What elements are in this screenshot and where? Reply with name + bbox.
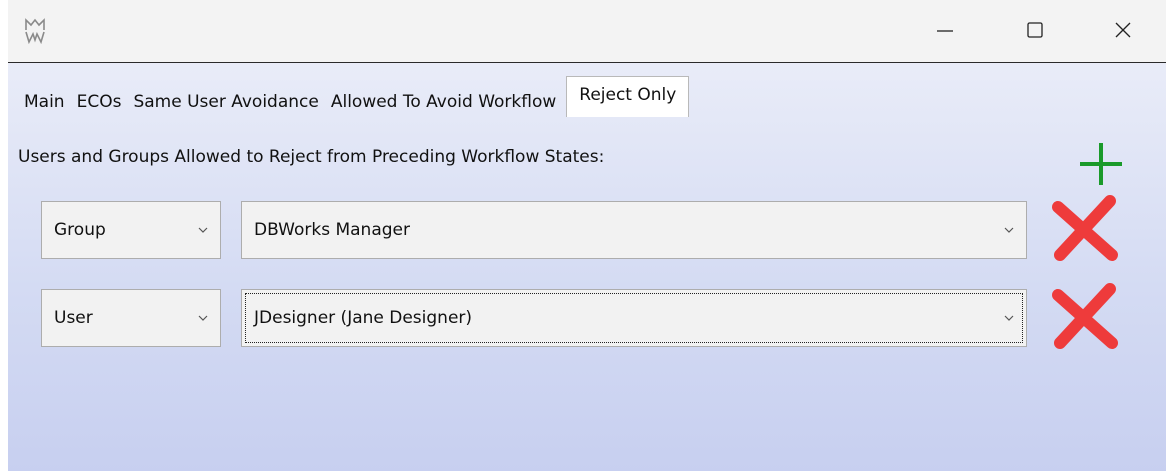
tab-ecos[interactable]: ECOs xyxy=(71,87,128,117)
row-2-name-select[interactable]: JDesigner (Jane Designer) xyxy=(241,289,1027,347)
plus-icon[interactable] xyxy=(1076,139,1126,189)
mw-logo-icon xyxy=(25,18,45,44)
delete-row-2-button[interactable] xyxy=(1048,281,1122,355)
row-1-type-select[interactable]: Group xyxy=(41,201,221,259)
row-1-name-select[interactable]: DBWorks Manager xyxy=(241,201,1027,259)
row-2-name-value: JDesigner (Jane Designer) xyxy=(254,308,473,328)
chevron-down-icon xyxy=(1004,227,1014,233)
tab-main[interactable]: Main xyxy=(18,87,71,117)
delete-row-1-button[interactable] xyxy=(1048,193,1122,267)
minimize-button[interactable] xyxy=(914,8,976,52)
reject-only-panel: Main ECOs Same User Avoidance Allowed To… xyxy=(8,62,1166,471)
title-bar xyxy=(8,0,1166,62)
maximize-icon xyxy=(1027,22,1043,38)
app-window: Main ECOs Same User Avoidance Allowed To… xyxy=(8,0,1166,471)
row-1-type-value: Group xyxy=(54,220,106,240)
row-2-type-select[interactable]: User xyxy=(41,289,221,347)
close-icon xyxy=(1115,22,1131,38)
tab-allowed-to-avoid-workflow[interactable]: Allowed To Avoid Workflow xyxy=(325,87,562,117)
row-2-type-value: User xyxy=(54,308,93,328)
tab-same-user-avoidance[interactable]: Same User Avoidance xyxy=(127,87,324,117)
close-button[interactable] xyxy=(1092,8,1154,52)
section-label: Users and Groups Allowed to Reject from … xyxy=(18,147,605,167)
maximize-button[interactable] xyxy=(1004,8,1066,52)
tab-reject-only[interactable]: Reject Only xyxy=(566,76,690,117)
chevron-down-icon xyxy=(198,315,208,321)
row-1-name-value: DBWorks Manager xyxy=(254,220,410,240)
chevron-down-icon xyxy=(1004,315,1014,321)
minimize-icon xyxy=(937,30,953,32)
chevron-down-icon xyxy=(198,227,208,233)
tab-strip: Main ECOs Same User Avoidance Allowed To… xyxy=(18,76,690,117)
